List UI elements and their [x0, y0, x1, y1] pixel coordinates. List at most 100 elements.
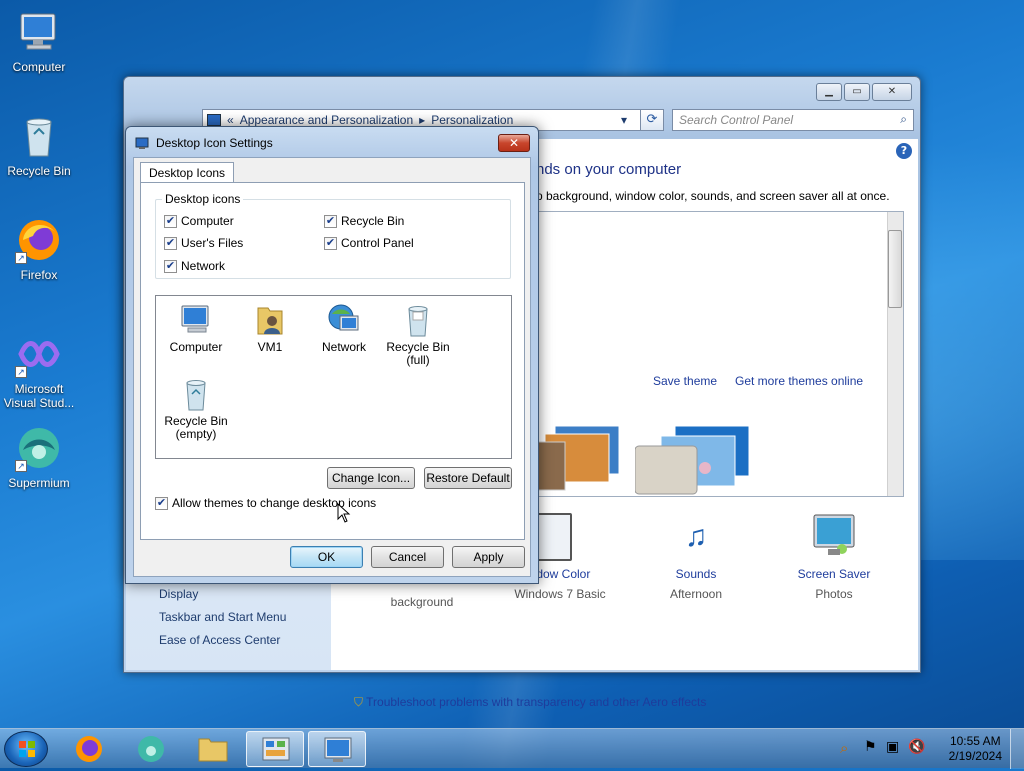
change-icon-button[interactable]: Change Icon... [327, 467, 415, 489]
dialog-close-button[interactable]: ✕ [498, 134, 530, 152]
scrollbar-thumb[interactable] [888, 230, 902, 308]
firefox-icon [76, 736, 102, 762]
network-icon [326, 302, 362, 338]
refresh-button[interactable]: ⟳ [640, 109, 664, 131]
show-desktop-button[interactable] [1010, 729, 1024, 769]
item-title: Sounds [675, 567, 717, 581]
checkbox-recycle-bin[interactable]: ✔ Recycle Bin [324, 214, 404, 228]
flag-icon[interactable]: ⚑ [864, 739, 877, 755]
supermium-icon: ↗ [15, 424, 63, 472]
item-subtitle: background [390, 595, 454, 609]
tab-desktop-icons[interactable]: Desktop Icons [140, 162, 235, 183]
link-ease-of-access[interactable]: Ease of Access Center [159, 633, 280, 647]
item-subtitle: Windows 7 Basic [514, 587, 606, 601]
item-subtitle: Afternoon [669, 587, 723, 601]
icon-item-computer[interactable]: Computer [156, 302, 236, 354]
page-heading: nds on your computer [536, 161, 682, 178]
link-taskbar-start-menu[interactable]: Taskbar and Start Menu [159, 610, 286, 624]
get-more-themes-link[interactable]: Get more themes online [735, 374, 863, 388]
desktop-icon-firefox[interactable]: ↗ Firefox [0, 216, 78, 282]
taskbar-firefox-button[interactable] [60, 731, 118, 767]
checkbox-computer[interactable]: ✔ Computer [164, 214, 234, 228]
apply-button[interactable]: Apply [452, 546, 525, 568]
item-title: Screen Saver [797, 567, 871, 581]
theme-list-scrollbar[interactable] [887, 212, 903, 496]
desktop-icon-recycle-bin[interactable]: Recycle Bin [0, 112, 78, 178]
clock[interactable]: 10:55 AM 2/19/2024 [949, 734, 1002, 764]
firefox-icon: ↗ [15, 216, 63, 264]
shortcut-arrow-icon: ↗ [15, 252, 27, 264]
icon-item-network[interactable]: Network [304, 302, 384, 354]
monitor-icon [324, 737, 352, 762]
screen-saver-item[interactable]: Screen Saver Photos [764, 513, 904, 601]
window-controls: ▁ ▭ ✕ [816, 83, 912, 101]
desktop-icon-visual-studio[interactable]: ↗ Microsoft Visual Stud... [0, 330, 78, 410]
cancel-button[interactable]: Cancel [371, 546, 444, 568]
restore-default-button[interactable]: Restore Default [424, 467, 512, 489]
theme-thumbnail-nature[interactable] [534, 424, 625, 497]
breadcrumb-personalization[interactable]: Personalization [431, 113, 513, 127]
start-button[interactable] [4, 731, 48, 767]
address-icon [207, 114, 221, 126]
desktop-icon-label: Firefox [20, 268, 58, 282]
close-button[interactable]: ✕ [872, 83, 912, 101]
checkbox-label: Network [181, 259, 226, 273]
taskbar: ⌕ ⚑ ▣ 🔇 10:55 AM 2/19/2024 [0, 728, 1024, 769]
search-input[interactable]: Search Control Panel ⌕ [672, 109, 914, 131]
item-subtitle: Photos [815, 587, 853, 601]
desktop-icon-label: Microsoft Visual Stud... [3, 382, 75, 410]
icon-item-recycle-bin-full[interactable]: Recycle Bin (full) [378, 302, 458, 367]
troubleshoot-link[interactable]: ⛉ Troubleshoot problems with transparenc… [354, 695, 706, 710]
dialog-app-icon [135, 136, 149, 150]
sounds-item[interactable]: ♫ Sounds Afternoon [626, 513, 766, 601]
theme-thumbnail-windows[interactable] [634, 424, 759, 499]
taskbar-desktop-icon-settings-button[interactable] [308, 731, 366, 767]
page-subheading: p background, window color, sounds, and … [536, 189, 890, 203]
checkbox-check-icon: ✔ [324, 236, 337, 250]
checkbox-check-icon: ✔ [164, 214, 177, 228]
shortcut-arrow-icon: ↗ [15, 460, 27, 472]
help-icon[interactable]: ? [896, 143, 912, 159]
taskbar-control-panel-button[interactable] [246, 731, 304, 767]
desktop-icons-group: Desktop icons ✔ Computer ✔ Recycle Bin ✔… [155, 192, 511, 279]
visual-studio-icon: ↗ [15, 330, 63, 378]
desktop-icon-supermium[interactable]: ↗ Supermium [0, 424, 78, 490]
desktop-icon-settings-dialog: Desktop Icon Settings ✕ Desktop Icons De… [125, 126, 539, 584]
search-icon[interactable]: ⌕ [900, 112, 907, 127]
taskbar-explorer-button[interactable] [184, 731, 242, 767]
checkbox-control-panel[interactable]: ✔ Control Panel [324, 236, 414, 250]
desktop-icon-computer[interactable]: Computer [0, 8, 78, 74]
search-tray-icon[interactable]: ⌕ [840, 739, 848, 757]
save-theme-link[interactable]: Save theme [653, 374, 717, 388]
taskbar-supermium-button[interactable] [122, 731, 180, 767]
checkbox-users-files[interactable]: ✔ User's Files [164, 236, 243, 250]
volume-muted-icon[interactable]: 🔇 [908, 739, 925, 755]
recycle-bin-empty-icon [178, 376, 214, 412]
checkbox-check-icon: ✔ [164, 236, 177, 250]
ok-button[interactable]: OK [290, 546, 363, 568]
system-tray: ⌕ ⚑ ▣ 🔇 10:55 AM 2/19/2024 [824, 729, 1024, 769]
user-folder-icon [252, 302, 288, 338]
icon-item-user-folder[interactable]: VM1 [230, 302, 310, 354]
link-display[interactable]: Display [159, 587, 198, 601]
address-dropdown-icon[interactable]: ▾ [621, 113, 627, 127]
shield-icon: ⛉ [354, 695, 364, 709]
icon-list[interactable]: Computer VM1 Network Recycle Bin (full) … [155, 295, 512, 459]
icon-item-recycle-bin-empty[interactable]: Recycle Bin (empty) [156, 376, 236, 441]
breadcrumb-appearance[interactable]: Appearance and Personalization [240, 113, 413, 127]
checkbox-label: Recycle Bin [341, 214, 405, 228]
icon-item-label: VM1 [257, 340, 283, 354]
screen-saver-icon [812, 513, 856, 561]
supermium-icon [138, 736, 164, 762]
mouse-cursor-icon [337, 502, 351, 526]
desktop-background-item[interactable]: background [352, 589, 492, 609]
icon-item-label: Computer [169, 340, 223, 354]
checkbox-label: User's Files [181, 236, 244, 250]
recycle-bin-icon [15, 112, 63, 160]
maximize-button[interactable]: ▭ [844, 83, 870, 101]
network-tray-icon[interactable]: ▣ [886, 739, 899, 755]
checkbox-check-icon: ✔ [155, 496, 168, 510]
minimize-button[interactable]: ▁ [816, 83, 842, 101]
folder-icon [198, 738, 228, 762]
checkbox-network[interactable]: ✔ Network [164, 259, 225, 273]
